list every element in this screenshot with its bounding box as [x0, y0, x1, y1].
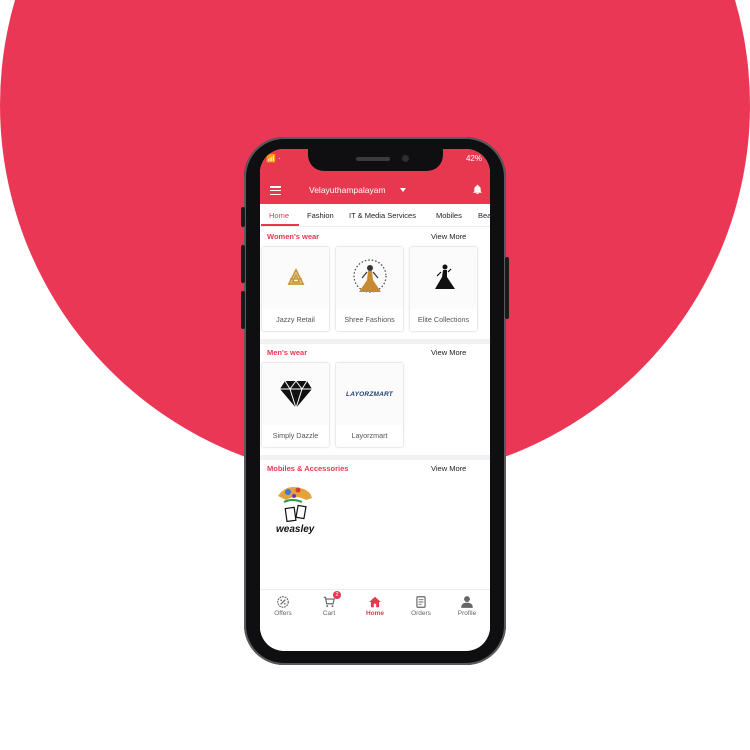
nav-label: Orders: [411, 610, 431, 617]
category-tabs: Home Fashion IT & Media Services Mobiles…: [260, 204, 490, 227]
layorzmart-logo: LAYORZMART: [336, 363, 403, 425]
phone-volume-down: [241, 291, 245, 329]
store-name: Jazzy Retail: [276, 315, 315, 324]
nav-label: Home: [365, 610, 385, 617]
menu-icon[interactable]: [270, 186, 281, 196]
nav-label: Profile: [457, 610, 477, 617]
view-more-mens-wear[interactable]: View More: [431, 348, 466, 357]
offers-icon: [277, 596, 289, 608]
shree-fashions-logo: [336, 247, 403, 309]
nav-offers[interactable]: Offers: [260, 590, 306, 632]
cart-badge: 2: [333, 591, 341, 599]
section-divider: [260, 339, 490, 344]
store-name: Simply Dazzle: [272, 431, 319, 440]
jazzy-retail-logo: [262, 247, 329, 309]
store-card[interactable]: Elite Collections: [410, 247, 477, 331]
nav-label: Cart: [322, 610, 336, 617]
profile-icon: [461, 596, 473, 608]
section-title-womens-wear: Women's wear: [267, 232, 320, 241]
section-title-mobiles-accessories: Mobiles & Accessories: [267, 464, 349, 473]
phone-power-button: [505, 257, 509, 319]
tab-mobiles[interactable]: Mobiles: [436, 211, 462, 220]
nav-orders[interactable]: Orders: [398, 590, 444, 632]
store-card[interactable]: LAYORZMART Layorzmart: [336, 363, 403, 447]
weasley-logo-text: weasley: [276, 524, 315, 535]
home-icon: [369, 596, 381, 608]
phone-camera: [402, 155, 409, 162]
bottom-navigation: Offers 2 Cart Home Orders Profile: [260, 589, 490, 632]
store-name: Elite Collections: [417, 315, 470, 324]
store-name: Shree Fashions: [344, 315, 395, 324]
section-divider: [260, 455, 490, 460]
location-selector[interactable]: Velayuthampalayam: [309, 185, 386, 195]
tab-beauty[interactable]: Bea: [478, 211, 490, 220]
nav-profile[interactable]: Profile: [444, 590, 490, 632]
view-more-mobiles-accessories[interactable]: View More: [431, 464, 466, 473]
nav-home[interactable]: Home: [352, 590, 398, 632]
chevron-down-icon[interactable]: [400, 188, 406, 192]
store-name: Layorzmart: [351, 431, 388, 440]
nav-label: Offers: [274, 610, 292, 617]
tab-fashion[interactable]: Fashion: [307, 211, 334, 220]
nav-cart[interactable]: 2 Cart: [306, 590, 352, 632]
active-tab-indicator: [261, 224, 299, 226]
tab-it-media-services[interactable]: IT & Media Services: [349, 211, 416, 220]
store-card[interactable]: weasley: [262, 479, 329, 539]
orders-icon: [416, 596, 426, 608]
store-card[interactable]: Simply Dazzle: [262, 363, 329, 447]
tab-home[interactable]: Home: [269, 211, 289, 220]
store-card[interactable]: Shree Fashions: [336, 247, 403, 331]
view-more-womens-wear[interactable]: View More: [431, 232, 466, 241]
phone-silent-switch: [241, 207, 245, 227]
simply-dazzle-logo: [262, 363, 329, 425]
status-signal: 📶 ·: [266, 154, 281, 163]
app-screen: 📶 · 42% Velayuthampalayam Home Fashion I…: [260, 149, 490, 651]
store-card[interactable]: Jazzy Retail: [262, 247, 329, 331]
status-battery: 42%: [465, 154, 482, 163]
phone-volume-up: [241, 245, 245, 283]
bell-icon[interactable]: [472, 184, 483, 195]
section-title-mens-wear: Men's wear: [267, 348, 308, 357]
phone-speaker: [356, 157, 390, 161]
layorzmart-logo-text: LAYORZMART: [346, 390, 393, 398]
elite-collections-logo: [410, 247, 477, 309]
